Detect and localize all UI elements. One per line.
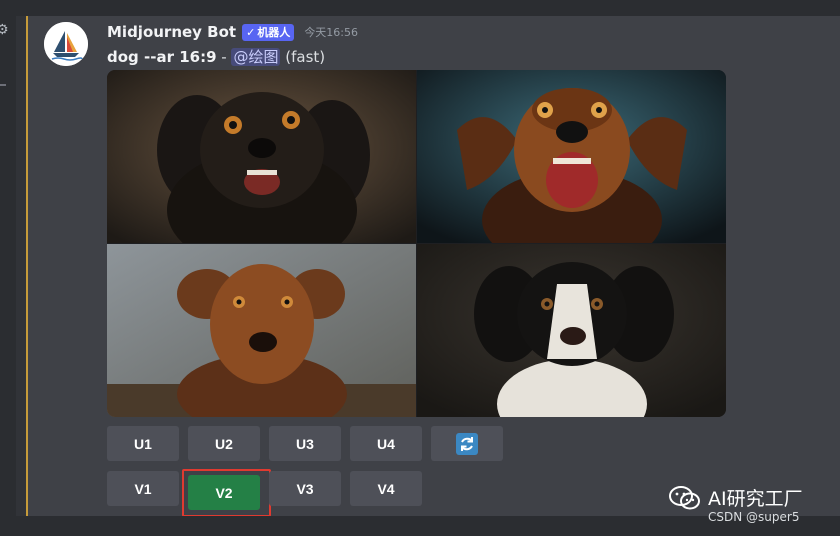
- reroll-button[interactable]: [431, 426, 503, 461]
- prompt-line: dog --ar 16:9 - @绘图 (fast): [107, 46, 325, 67]
- server-strip: ⚙: [0, 0, 16, 536]
- watermark-brand: AI研究工厂: [708, 488, 803, 510]
- generated-image-2[interactable]: [417, 70, 726, 243]
- variation-button-1[interactable]: V1: [107, 471, 179, 506]
- verified-check-icon: ✓: [246, 25, 256, 39]
- reroll-icon: [456, 432, 478, 455]
- settings-gear-icon[interactable]: ⚙: [0, 22, 9, 38]
- top-band: [16, 0, 840, 16]
- bot-avatar[interactable]: [44, 22, 88, 66]
- discord-window: ⚙ Midjourney Bot ✓ 机器人 今天16:56 dog --ar …: [0, 0, 840, 536]
- upscale-button-2[interactable]: U2: [188, 426, 260, 461]
- variation-button-3[interactable]: V3: [269, 471, 341, 506]
- strip-divider: [0, 84, 6, 86]
- speed-label: (fast): [285, 48, 326, 66]
- upscale-button-3[interactable]: U3: [269, 426, 341, 461]
- watermark-credit: CSDN @super5: [708, 510, 800, 524]
- user-mention[interactable]: @绘图: [231, 48, 281, 66]
- watermark: AI研究工厂: [668, 484, 803, 511]
- generated-image-4[interactable]: [417, 244, 726, 417]
- generated-image-1[interactable]: [107, 70, 416, 243]
- message-timestamp: 今天16:56: [304, 26, 359, 39]
- image-grid[interactable]: [107, 70, 726, 417]
- upscale-button-1[interactable]: U1: [107, 426, 179, 461]
- selection-highlight: [182, 469, 271, 517]
- generated-image-3[interactable]: [107, 244, 416, 417]
- bot-badge: ✓ 机器人: [242, 23, 295, 41]
- message-header: Midjourney Bot ✓ 机器人 今天16:56: [107, 22, 358, 42]
- wechat-icon: [669, 485, 700, 509]
- prompt-text: dog --ar 16:9: [107, 48, 217, 66]
- variation-button-4[interactable]: V4: [350, 471, 422, 506]
- upscale-button-4[interactable]: U4: [350, 426, 422, 461]
- bot-username[interactable]: Midjourney Bot: [107, 23, 236, 41]
- prompt-separator: -: [216, 48, 232, 66]
- bot-badge-label: 机器人: [257, 26, 291, 39]
- sailboat-logo-icon: [44, 22, 88, 66]
